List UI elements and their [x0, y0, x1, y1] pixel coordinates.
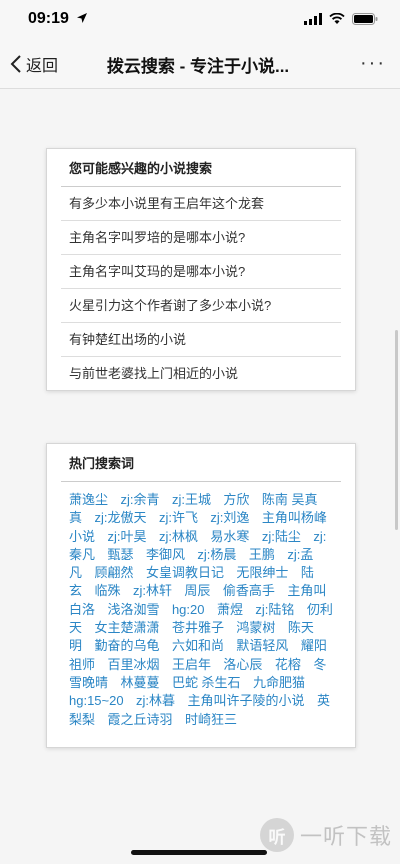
- hot-search-link[interactable]: 主角叫许子陵的小说: [188, 693, 305, 708]
- hot-search-link[interactable]: 九命肥猫: [253, 675, 305, 690]
- hot-search-link[interactable]: 百里冰烟: [107, 657, 159, 672]
- hot-search-link[interactable]: zj:陆尘: [262, 529, 301, 544]
- suggest-item[interactable]: 有钟楚红出场的小说: [61, 323, 341, 357]
- hot-search-link[interactable]: 洛心辰: [223, 657, 262, 672]
- back-label: 返回: [26, 58, 59, 75]
- status-time: 09:19: [28, 10, 69, 27]
- hot-search-link[interactable]: 花榕: [275, 657, 301, 672]
- hot-search-link[interactable]: 萧逸尘: [69, 492, 108, 507]
- wifi-icon: [329, 13, 345, 24]
- hot-search-link[interactable]: 时崎狂三: [185, 712, 237, 727]
- more-options-button[interactable]: ···: [360, 52, 386, 75]
- watermark: 听 一听下载: [259, 818, 392, 852]
- suggest-item[interactable]: 主角名字叫艾玛的是哪本小说?: [61, 255, 341, 289]
- hot-search-link[interactable]: 王鹏: [249, 547, 275, 562]
- hot-search-link[interactable]: zj:许飞: [159, 510, 198, 525]
- hot-search-link[interactable]: zj:陆铭: [255, 602, 294, 617]
- hot-search-link[interactable]: zj:林轩: [133, 583, 172, 598]
- hot-search-link[interactable]: 六如和尚: [172, 638, 224, 653]
- hot-search-link[interactable]: 女皇调教日记: [146, 565, 224, 580]
- hot-search-link[interactable]: hg:15~20: [69, 693, 124, 708]
- hot-card: 热门搜索词 萧逸尘 zj:余青 zj:王城 方欣 陈南 吴真真 zj:龙傲天 z…: [46, 443, 356, 748]
- home-indicator[interactable]: [131, 850, 267, 855]
- hot-words: 萧逸尘 zj:余青 zj:王城 方欣 陈南 吴真真 zj:龙傲天 zj:许飞 z…: [61, 482, 341, 733]
- hot-search-link[interactable]: 周辰: [184, 583, 210, 598]
- hot-search-link[interactable]: 霞之丘诗羽: [107, 712, 172, 727]
- hot-search-link[interactable]: 李御风: [146, 547, 185, 562]
- hot-search-link[interactable]: zj:林暮: [136, 693, 175, 708]
- hot-search-link[interactable]: 无限绅士: [236, 565, 288, 580]
- hot-search-link[interactable]: hg:20: [172, 602, 205, 617]
- suggest-item[interactable]: 有多少本小说里有王启年这个龙套: [61, 187, 341, 221]
- hot-search-link[interactable]: 浅洛洳雪: [107, 602, 159, 617]
- hot-search-link[interactable]: zj:杨晨: [197, 547, 236, 562]
- hot-search-link[interactable]: zj:叶昊: [107, 529, 146, 544]
- back-button[interactable]: 返回: [10, 52, 58, 76]
- location-arrow-icon: [77, 13, 87, 23]
- hot-search-link[interactable]: 苍井雅子: [172, 620, 224, 635]
- hot-search-link[interactable]: 巴蛇 杀生石: [172, 675, 241, 690]
- page-title: 拨云搜索 - 专注于小说...: [106, 57, 290, 76]
- hot-search-link[interactable]: zj:林枫: [159, 529, 198, 544]
- hot-search-link[interactable]: 顾翩然: [94, 565, 133, 580]
- suggest-card: 您可能感兴趣的小说搜索 有多少本小说里有王启年这个龙套 主角名字叫罗培的是哪本小说…: [46, 148, 356, 391]
- battery-icon: [352, 13, 378, 25]
- hot-search-link[interactable]: 默语轻风: [236, 638, 288, 653]
- hot-search-link[interactable]: zj:刘逸: [210, 510, 249, 525]
- suggest-item[interactable]: 火星引力这个作者谢了多少本小说?: [61, 289, 341, 323]
- hot-search-link[interactable]: zj:龙傲天: [94, 510, 146, 525]
- status-icons: [304, 13, 378, 25]
- hot-search-link[interactable]: 林蔓蔓: [120, 675, 159, 690]
- hot-search-link[interactable]: 鸿蒙树: [236, 620, 275, 635]
- hot-search-link[interactable]: zj:王城: [172, 492, 211, 507]
- status-bar: 09:19: [0, 0, 400, 38]
- hot-search-link[interactable]: 易水寒: [210, 529, 249, 544]
- watermark-logo-icon: 听: [259, 818, 294, 852]
- hot-card-title: 热门搜索词: [61, 444, 341, 482]
- hot-search-link[interactable]: 甄瑟: [107, 547, 133, 562]
- watermark-text: 一听下载: [299, 824, 392, 849]
- chevron-left-icon: [10, 55, 21, 73]
- hot-search-link[interactable]: 偷香高手: [223, 583, 275, 598]
- signal-icon: [304, 13, 322, 25]
- hot-search-link[interactable]: 王启年: [172, 657, 211, 672]
- hot-search-link[interactable]: 萧煜: [217, 602, 243, 617]
- hot-search-link[interactable]: 女主楚潇潇: [94, 620, 159, 635]
- suggest-item[interactable]: 主角名字叫罗培的是哪本小说?: [61, 221, 341, 255]
- suggest-item[interactable]: 与前世老婆找上门相近的小说: [61, 357, 341, 390]
- hot-search-link[interactable]: 临殊: [94, 583, 120, 598]
- nav-bar: 返回 拨云搜索 - 专注于小说... ···: [0, 38, 400, 89]
- suggest-list: 有多少本小说里有王启年这个龙套 主角名字叫罗培的是哪本小说? 主角名字叫艾玛的是哪本…: [61, 187, 341, 390]
- suggest-card-title: 您可能感兴趣的小说搜索: [61, 149, 341, 187]
- hot-search-link[interactable]: 勤奋的乌龟: [94, 638, 159, 653]
- scrollbar[interactable]: [395, 330, 398, 530]
- hot-search-link[interactable]: 方欣: [223, 492, 249, 507]
- hot-search-link[interactable]: zj:余青: [120, 492, 159, 507]
